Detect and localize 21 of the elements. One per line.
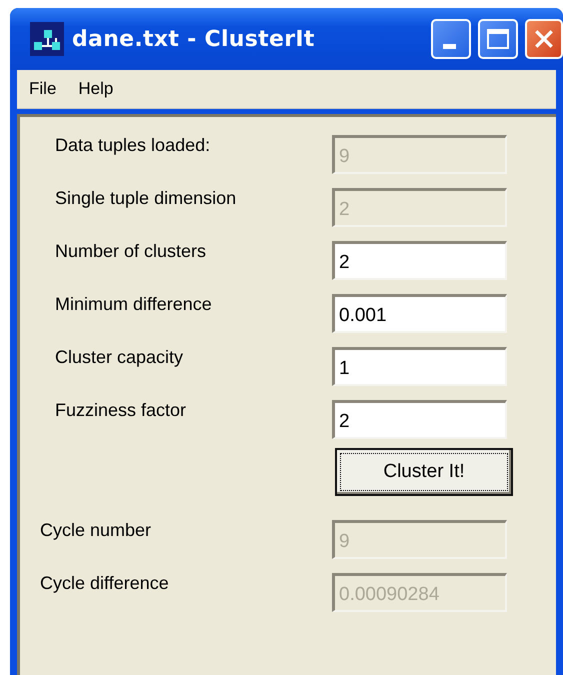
input-field[interactable]: 2 [332, 400, 507, 439]
close-icon [533, 28, 555, 50]
field-label: Fuzziness factor [55, 400, 188, 421]
input-field[interactable]: 2 [332, 241, 507, 280]
cluster-it-button[interactable]: Cluster It! [335, 448, 513, 496]
field-label: Data tuples loaded: [55, 135, 212, 156]
field-label: Cluster capacity [55, 347, 184, 368]
maximize-button[interactable] [478, 19, 518, 59]
field-label: Number of clusters [55, 241, 208, 262]
menu-item[interactable]: File [29, 79, 56, 99]
minimize-button[interactable] [431, 19, 471, 59]
field-label: Cycle difference [40, 573, 170, 594]
field-label: Single tuple dimension [55, 188, 238, 209]
window-title: dane.txt - ClusterIt [72, 26, 316, 52]
field-label: Minimum difference [55, 294, 213, 315]
close-button[interactable] [525, 19, 563, 59]
input-field[interactable]: 1 [332, 347, 507, 386]
input-field[interactable]: 0.001 [332, 294, 507, 333]
app-icon [30, 22, 64, 56]
field-label: Cycle number [40, 520, 152, 541]
menu-item[interactable]: Help [78, 79, 114, 99]
